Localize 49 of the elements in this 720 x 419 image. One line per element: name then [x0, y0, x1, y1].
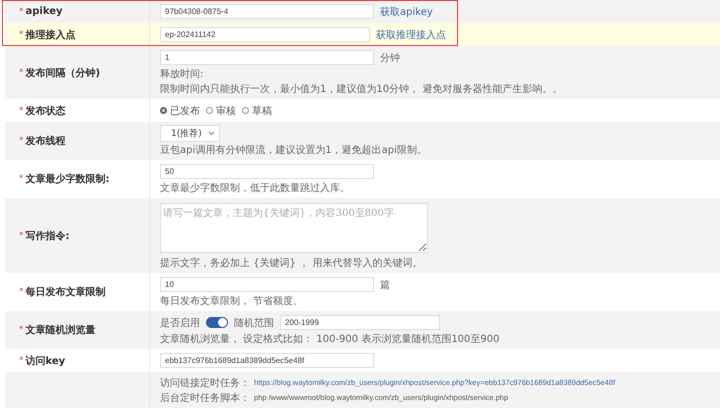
thread-select[interactable]: 1(推荐) — [160, 125, 220, 142]
required-mark: * — [19, 230, 24, 240]
info-label: 后台定时任务脚本： — [160, 392, 250, 404]
field-label: 写作指令: — [26, 230, 70, 242]
get-link[interactable]: 获取apikey — [380, 4, 433, 18]
hint-text: 文章最少字数限制，低于此数量跳过入库。 — [160, 182, 350, 194]
input-field[interactable]: 10 — [160, 277, 374, 292]
input-field[interactable]: ep-202411142 — [160, 27, 370, 42]
info-label: 访问链接定时任务： — [160, 376, 250, 390]
range-field[interactable]: 200-1999 — [280, 315, 440, 330]
hint-text: 文章随机浏览量， 设定格式比如： 100-900 表示浏览量随机范围100至900 — [160, 332, 500, 346]
input-field[interactable]: ebb137c976b1689d1a8389dd5ec5e48f — [160, 353, 374, 368]
caret-icon — [208, 131, 215, 136]
field-label: 发布间隔（分钟) — [26, 66, 100, 80]
required-mark: * — [19, 6, 24, 16]
unit-label: 篇 — [380, 278, 390, 292]
radio-option[interactable]: 已发布 — [160, 104, 200, 118]
required-mark: * — [19, 30, 24, 40]
field-label: 访问key — [26, 354, 66, 368]
radio-option[interactable]: 审核 — [206, 104, 236, 118]
hint-text: 豆包api调用有分钟限流，建议设置为1，避免超出api限制。 — [160, 144, 427, 156]
input-field[interactable]: 1 — [160, 50, 374, 65]
hint-text: 提示文字，务必加上 {关键词} ， 用来代替导入的关键词。 — [160, 256, 422, 270]
get-link[interactable]: 获取推理接入点 — [376, 28, 446, 42]
hint-text: 释放时间: — [160, 68, 204, 80]
field-label: 发布状态 — [26, 104, 66, 118]
toggle-switch[interactable] — [206, 317, 228, 328]
field-label: 推理接入点 — [26, 28, 76, 42]
required-mark: * — [19, 325, 24, 335]
prompt-textarea[interactable]: 请写一篇文章，主题为{关键词}，内容300至800字 — [160, 203, 428, 253]
input-field[interactable]: 50 — [160, 164, 374, 179]
field-label: 发布线程 — [26, 134, 66, 148]
required-mark: * — [19, 68, 24, 78]
required-mark: * — [19, 136, 24, 146]
field-label: 文章随机浏览量 — [26, 323, 96, 337]
input-field[interactable]: 97b04308-0875-4 — [160, 4, 374, 19]
required-mark: * — [19, 356, 24, 366]
unit-label: 分钟 — [380, 52, 400, 64]
required-mark: * — [19, 106, 24, 116]
field-label: 每日发布文章限制 — [26, 285, 106, 299]
radio-option[interactable]: 草稿 — [242, 104, 272, 118]
field-label: 文章最少字数限制: — [26, 172, 110, 186]
hint-text: 限制时间内只能执行一次，最小值为1，建议值为10分钟， 避免对服务器性能产生影响。。 — [160, 82, 562, 96]
required-mark: * — [19, 174, 24, 184]
required-mark: * — [19, 287, 24, 297]
range-label: 随机范围 — [234, 316, 274, 330]
hint-text: 每日发布文章限制， 节省额度。 — [160, 294, 304, 308]
field-label: apikey — [26, 6, 63, 17]
toggle-label: 是否启用 — [160, 316, 200, 330]
